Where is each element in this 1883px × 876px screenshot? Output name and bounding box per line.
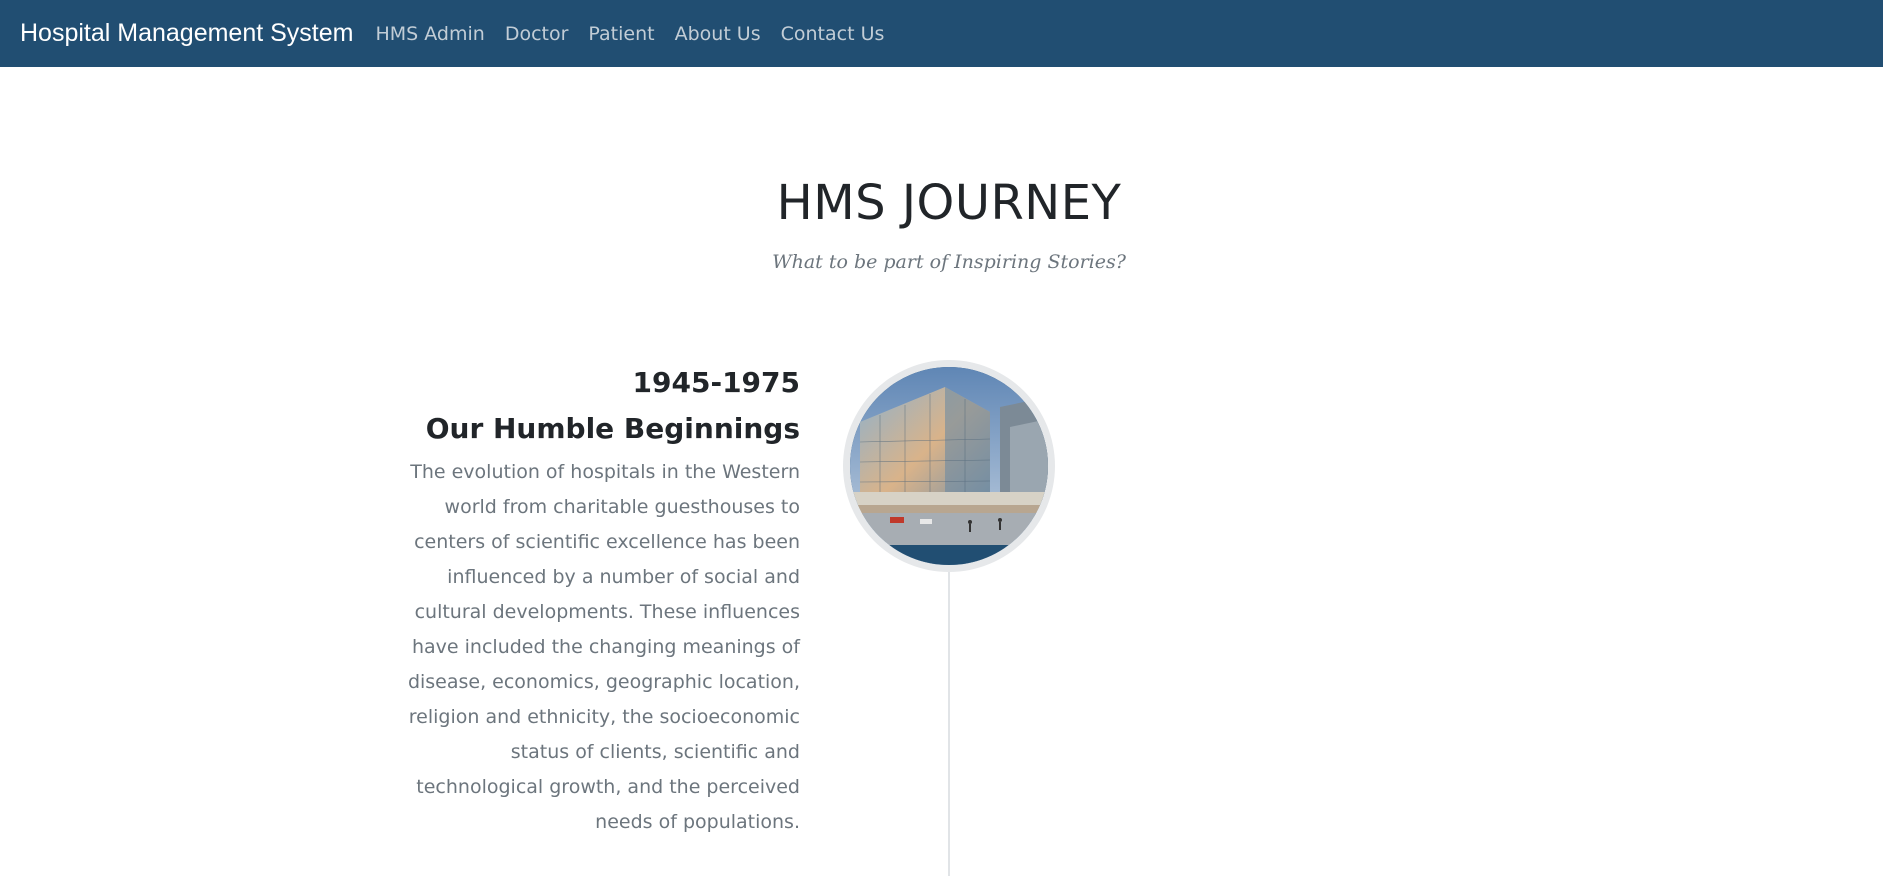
timeline-body: The evolution of hospitals in the Wester…: [407, 461, 800, 833]
nav-links: HMS Admin Doctor Patient About Us Contac…: [375, 23, 904, 45]
timeline-year: 1945-1975: [632, 366, 800, 399]
page-title: HMS JOURNEY: [776, 175, 1122, 231]
nav-link-hms-admin[interactable]: HMS Admin: [375, 23, 484, 45]
nav-link-patient[interactable]: Patient: [588, 23, 654, 45]
timeline-heading: 1945-1975 Our Humble Beginnings: [370, 360, 800, 452]
section-header: HMS JOURNEY What to be part of Inspiring…: [0, 175, 1883, 273]
nav-link-doctor[interactable]: Doctor: [505, 23, 569, 45]
hospital-building-photo: [850, 367, 1048, 565]
brand-link[interactable]: Hospital Management System: [20, 19, 353, 48]
timeline-subheading: Our Humble Beginnings: [425, 412, 800, 445]
nav-link-contact-us[interactable]: Contact Us: [781, 23, 885, 45]
section-subtitle: What to be part of Inspiring Stories?: [772, 251, 1126, 273]
timeline-image: [843, 360, 1055, 572]
navbar: Hospital Management System HMS Admin Doc…: [0, 0, 1883, 67]
nav-link-about-us[interactable]: About Us: [675, 23, 761, 45]
timeline-line: [948, 560, 950, 876]
